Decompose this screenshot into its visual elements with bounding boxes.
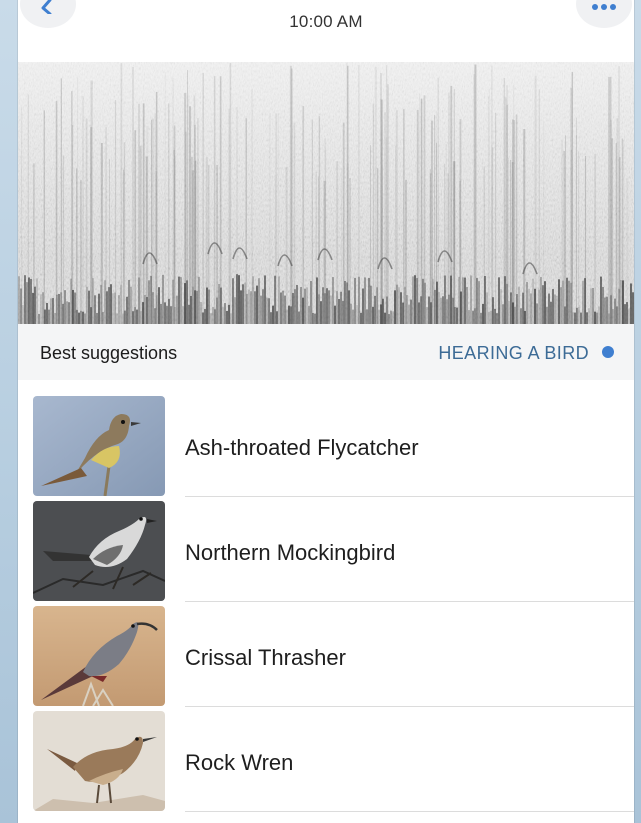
bird-photo [33, 501, 165, 601]
more-dots-icon [592, 4, 616, 10]
spectrogram[interactable] [18, 62, 634, 324]
list-item[interactable]: Ash-throated Flycatcher [18, 380, 634, 497]
suggestions-title: Best suggestions [40, 343, 178, 363]
list-item[interactable]: Rock Wren [18, 695, 634, 812]
hearing-status: HEARING A BIRD [438, 343, 589, 363]
spectrogram-graphic [18, 62, 634, 324]
row-divider [185, 811, 634, 812]
bird-photo [33, 396, 165, 496]
bird-photo [33, 606, 165, 706]
bird-name: Rock Wren [185, 750, 294, 775]
list-item[interactable]: Northern Mockingbird [18, 485, 634, 602]
list-item[interactable]: Crissal Thrasher [18, 590, 634, 707]
bird-name: Crissal Thrasher [185, 645, 346, 670]
bird-name: Northern Mockingbird [185, 540, 396, 565]
bird-name: Ash-throated Flycatcher [185, 435, 419, 460]
app-screen: 10:00 AM Best suggestions HEARING A BIRD… [18, 0, 634, 823]
suggestions-header: Best suggestions HEARING A BIRD [18, 324, 634, 380]
top-bar: 10:00 AM [18, 0, 634, 62]
bird-photo [33, 711, 165, 811]
listening-indicator-dot [602, 346, 614, 358]
recording-time: 10:00 AM [289, 12, 363, 31]
bird-photo-thumbnail [33, 396, 165, 496]
bird-photo-thumbnail [33, 711, 165, 811]
bird-photo-thumbnail [33, 501, 165, 601]
bird-photo-thumbnail [33, 606, 165, 706]
